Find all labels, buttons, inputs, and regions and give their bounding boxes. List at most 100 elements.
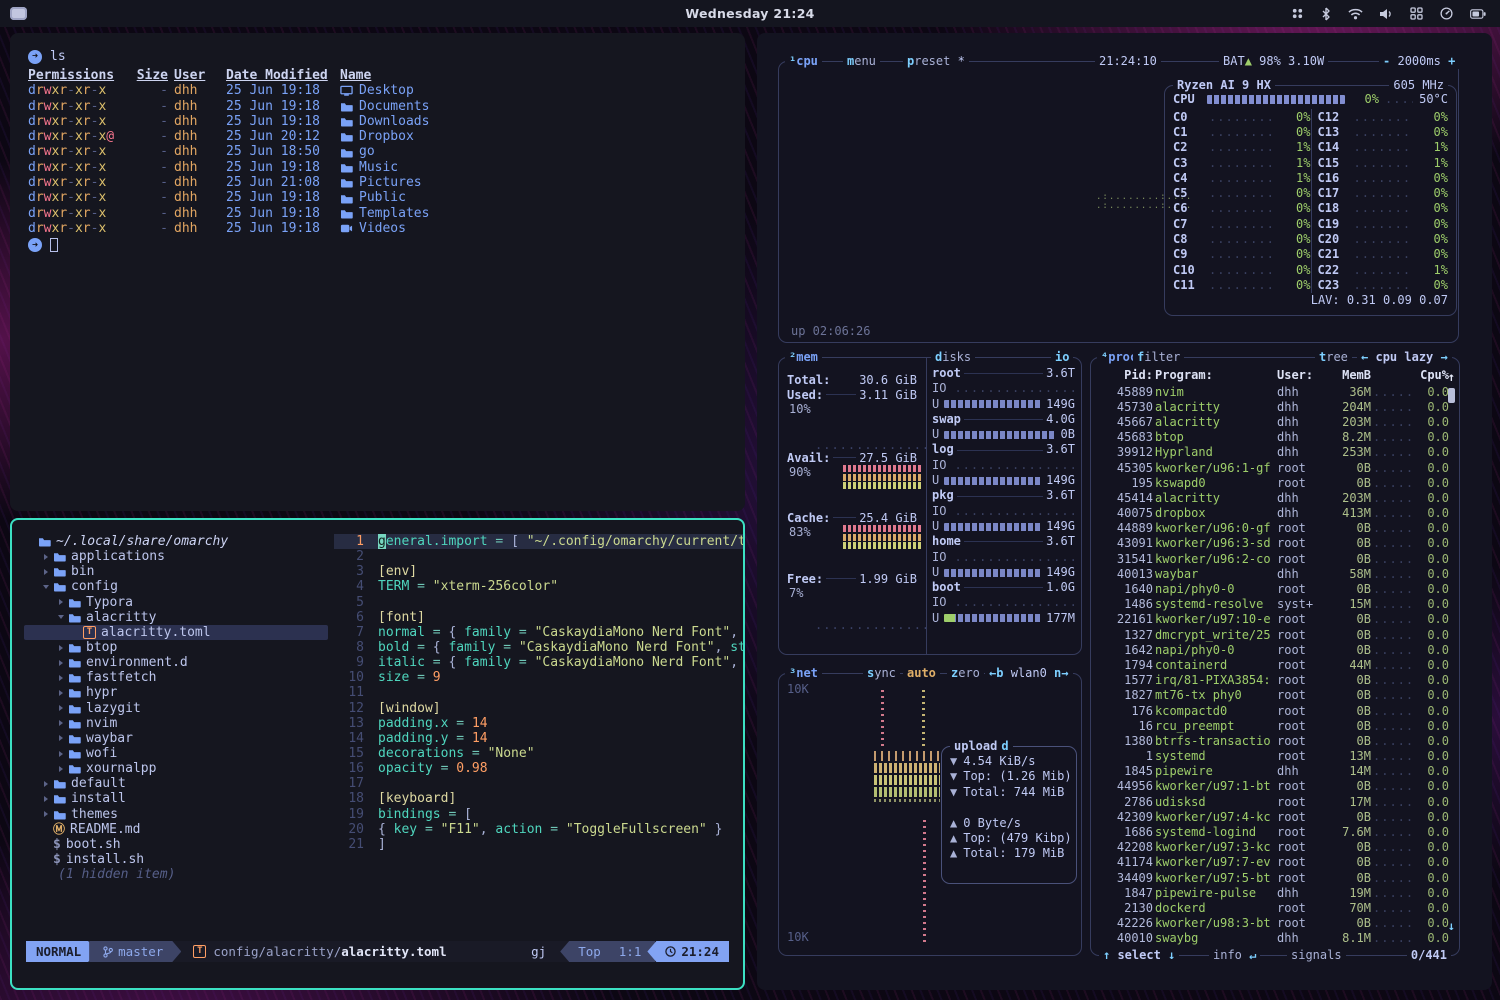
tree-item[interactable]: config [24,579,334,594]
tree-item[interactable]: waybar [24,731,334,746]
tree-item[interactable]: Talacritty.toml [24,625,328,640]
battery-icon[interactable] [1470,8,1486,20]
proc-row[interactable]: 2130dockerdroot70M.........0.0 [1099,900,1453,915]
tree-item[interactable]: lazygit [24,701,334,716]
io-toggle[interactable]: io [1051,350,1073,365]
proc-row[interactable]: 41174kworker/u97:7-evroot0B.........0.0 [1099,855,1453,870]
editor-buffer[interactable]: 1general.import = [ "~/.config/omarchy/c… [334,534,743,930]
tree-item[interactable]: Typora [24,595,334,610]
tree-item[interactable]: nvim [24,716,334,731]
tree-item[interactable]: install [24,791,334,806]
tree-item[interactable]: alacritty [24,610,334,625]
pending-keys: gj [531,944,546,959]
tree-item[interactable]: environment.d [24,655,334,670]
tree-item[interactable]: applications [24,549,334,564]
core-row: C9.................0% [1173,247,1311,262]
tree-item[interactable]: fastfetch [24,670,334,685]
tree-toggle[interactable]: tree [1315,350,1352,365]
proc-row[interactable]: 1577irq/81-PIXA3854:root0B.........0.0 [1099,673,1453,688]
proc-row[interactable]: 1847pipewire-pulsedhh19M.........0.0 [1099,885,1453,900]
proc-row[interactable]: 1327dmcrypt_write/25root0B.........0.0 [1099,627,1453,642]
proc-row[interactable]: 44956kworker/u97:1-btroot0B.........0.0 [1099,779,1453,794]
tree-item[interactable]: ~/.local/share/omarchy [24,534,334,549]
net-sync-toggle[interactable]: sync [863,666,900,681]
proc-row[interactable]: 43091kworker/u96:3-sdroot0B.........0.0 [1099,536,1453,551]
update-interval-control[interactable]: - 2000ms + [1379,54,1459,69]
net-interface-switcher[interactable]: ←b wlan0 n→ [985,666,1073,681]
apps-grid-icon[interactable] [1410,7,1423,20]
proc-row[interactable]: 1794containerdroot44M.........0.0 [1099,657,1453,672]
disks-toggle[interactable]: disks [931,350,975,365]
proc-row[interactable]: 22161kworker/u97:10-eroot0B.........0.0 [1099,612,1453,627]
tree-item[interactable]: $install.sh [24,852,334,867]
proc-row[interactable]: 1486systemd-resolvesyst+15M.........0.0 [1099,597,1453,612]
proc-row[interactable]: 1640napi/phy0-0root0B.........0.0 [1099,581,1453,596]
file-name: alacritty.toml [341,944,446,959]
proc-row[interactable]: 31541kworker/u96:2-coroot0B.........0.0 [1099,551,1453,566]
sort-arrow[interactable]: ↑ [1448,370,1455,384]
ls-listing: drwxr-xr-x-dhh25 Jun 19:18Desktopdrwxr-x… [28,83,727,236]
folder-icon [68,703,81,714]
net-panel-title[interactable]: ³net [785,666,822,681]
tree-item[interactable]: default [24,776,334,791]
proc-row[interactable]: 40013waybardhh58M.........0.0 [1099,566,1453,581]
proc-row[interactable]: 45889nvimdhh36M.........0.0 [1099,384,1453,399]
neovim-window[interactable]: ~/.local/share/omarchyapplicationsbincon… [10,518,745,990]
menu-button[interactable]: menu [843,54,880,69]
proc-row[interactable]: 42208kworker/u97:3-kcroot0B.........0.0 [1099,840,1453,855]
updates-icon[interactable] [1291,7,1304,20]
tree-item[interactable]: themes [24,807,334,822]
proc-row[interactable]: 176kcompactd0root0B.........0.0 [1099,703,1453,718]
tree-item[interactable]: btop [24,640,334,655]
proc-row[interactable]: 2786udisksdroot17M.........0.0 [1099,794,1453,809]
cpu-total-meter [1207,95,1345,104]
proc-row[interactable]: 42309kworker/u97:4-kcroot0B.........0.0 [1099,809,1453,824]
tree-item[interactable]: ⓂREADME.md [24,822,334,837]
proc-row[interactable]: 45667alacrittydhh203M.........0.0 [1099,414,1453,429]
proc-row[interactable]: 1845pipewiredhh14M.........0.0 [1099,764,1453,779]
tree-item[interactable]: wofi [24,746,334,761]
proc-row[interactable]: 40010swaybgdhh8.1M.........0.0 [1099,931,1453,946]
volume-icon[interactable] [1380,8,1393,20]
tree-item[interactable]: hypr [24,685,334,700]
proc-row[interactable]: 40075dropboxdhh413M.........0.0 [1099,506,1453,521]
proc-row[interactable]: 44889kworker/u96:0-gfroot0B.........0.0 [1099,521,1453,536]
tree-item[interactable]: bin [24,564,334,579]
proc-row[interactable]: 195kswapd0root0B.........0.0 [1099,475,1453,490]
proc-scrollbar-thumb[interactable] [1448,388,1455,403]
tree-item-label: alacritty.toml [101,625,211,640]
info-hint[interactable]: info ↵ [1209,948,1260,963]
proc-row[interactable]: 34409kworker/u97:5-btroot0B.........0.0 [1099,870,1453,885]
cpu-panel-title[interactable]: ¹cpu [785,54,822,69]
gauge-icon[interactable] [1440,7,1453,20]
editor-line: 20{ key = "F11", action = "ToggleFullscr… [334,822,743,837]
signals-hint[interactable]: signals [1287,948,1346,963]
net-auto-toggle[interactable]: auto [903,666,940,681]
proc-row[interactable]: 45730alacrittydhh204M.........0.0 [1099,399,1453,414]
filter-button[interactable]: filter [1133,350,1184,365]
proc-row[interactable]: 16rcu_preemptroot0B.........0.0 [1099,718,1453,733]
net-zero-toggle[interactable]: zero [947,666,984,681]
sort-mode-switcher[interactable]: ← cpu lazy → [1357,350,1452,365]
proc-row[interactable]: 39912Hyprlanddhh253M.........0.0 [1099,445,1453,460]
proc-row[interactable]: 45305kworker/u96:1-gfroot0B.........0.0 [1099,460,1453,475]
bluetooth-icon[interactable] [1321,7,1331,21]
tree-item[interactable]: xournalpp [24,761,334,776]
proc-row[interactable]: 42226kworker/u98:3-btroot0B.........0.0 [1099,916,1453,931]
proc-row[interactable]: 1380btrfs-transactioroot0B.........0.0 [1099,733,1453,748]
proc-row[interactable]: 1642napi/phy0-0root0B.........0.0 [1099,642,1453,657]
mem-panel-title[interactable]: ²mem [785,350,822,365]
scroll-down-arrow[interactable]: ↓ [1448,919,1455,933]
terminal-window-ls[interactable]: ➜ ls PermissionsSizeUserDate ModifiedNam… [10,33,745,511]
select-hint[interactable]: ↑ select ↓ [1099,948,1179,963]
proc-row[interactable]: 45683btopdhh8.2M.........0.0 [1099,430,1453,445]
preset-button[interactable]: preset * [903,54,969,69]
btop-window[interactable]: ¹cpu menu preset * 21:24:10 BAT▲ 98% 3.1… [757,33,1492,990]
cpu-total-row: CPU 0% ........ 50°C [1173,91,1448,107]
wifi-icon[interactable] [1348,8,1363,20]
proc-row[interactable]: 45414alacrittydhh203M.........0.0 [1099,490,1453,505]
proc-row[interactable]: 1systemdroot13M.........0.0 [1099,749,1453,764]
proc-row[interactable]: 1827mt76-tx phy0root0B.........0.0 [1099,688,1453,703]
proc-row[interactable]: 1686systemd-logindroot7.6M.........0.0 [1099,824,1453,839]
tree-item[interactable]: $boot.sh [24,837,334,852]
